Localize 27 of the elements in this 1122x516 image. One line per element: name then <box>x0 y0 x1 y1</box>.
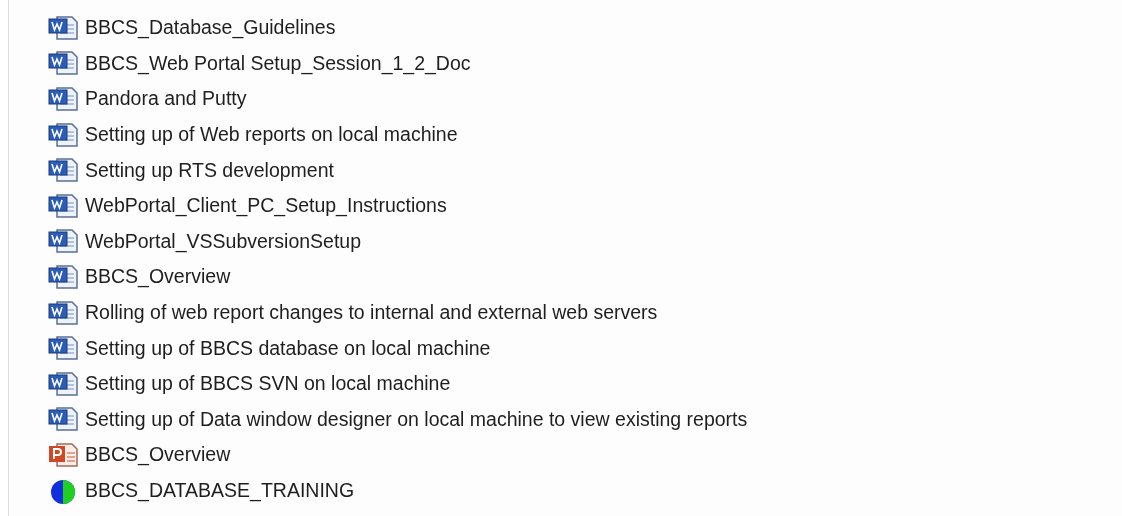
file-item[interactable]: Pandora and Putty <box>47 81 1122 117</box>
file-item[interactable]: Setting up of Data window designer on local machine to view existing reports <box>47 401 1122 438</box>
file-item[interactable]: Setting up RTS development <box>47 152 1122 188</box>
word-document-icon <box>47 406 79 433</box>
file-item[interactable]: BBCS_Database_Guidelines <box>47 10 1122 46</box>
word-document-icon <box>47 157 79 184</box>
file-item[interactable]: Rolling of web report changes to internal and external web servers <box>47 294 1122 331</box>
file-item[interactable]: BBCS_Overview <box>47 437 1122 473</box>
file-item[interactable]: BBCS_Overview <box>47 259 1122 295</box>
word-document-icon <box>47 228 79 255</box>
word-document-icon <box>47 192 79 219</box>
file-item[interactable]: WebPortal_Client_PC_Setup_Instructions <box>47 187 1122 224</box>
word-document-icon <box>47 121 79 148</box>
file-item[interactable]: Setting up of BBCS SVN on local machine <box>47 365 1122 402</box>
file-item[interactable]: BBCS_DATABASE_TRAINING <box>47 472 1122 509</box>
file-item[interactable]: Setting up of Web reports on local machine <box>47 116 1122 153</box>
word-document-icon <box>47 14 79 41</box>
word-document-icon <box>47 370 79 397</box>
word-document-icon <box>47 299 79 326</box>
word-document-icon <box>47 263 79 290</box>
file-item[interactable]: WebPortal_VSSubversionSetup <box>47 223 1122 260</box>
file-item[interactable]: Setting up of BBCS database on local machine <box>47 330 1122 366</box>
file-item[interactable]: BBCS_Web Portal Setup_Session_1_2_Doc <box>47 45 1122 82</box>
word-document-icon <box>47 86 79 112</box>
word-document-icon <box>47 50 79 77</box>
word-document-icon <box>47 335 79 362</box>
powerpoint-document-icon <box>47 441 79 468</box>
